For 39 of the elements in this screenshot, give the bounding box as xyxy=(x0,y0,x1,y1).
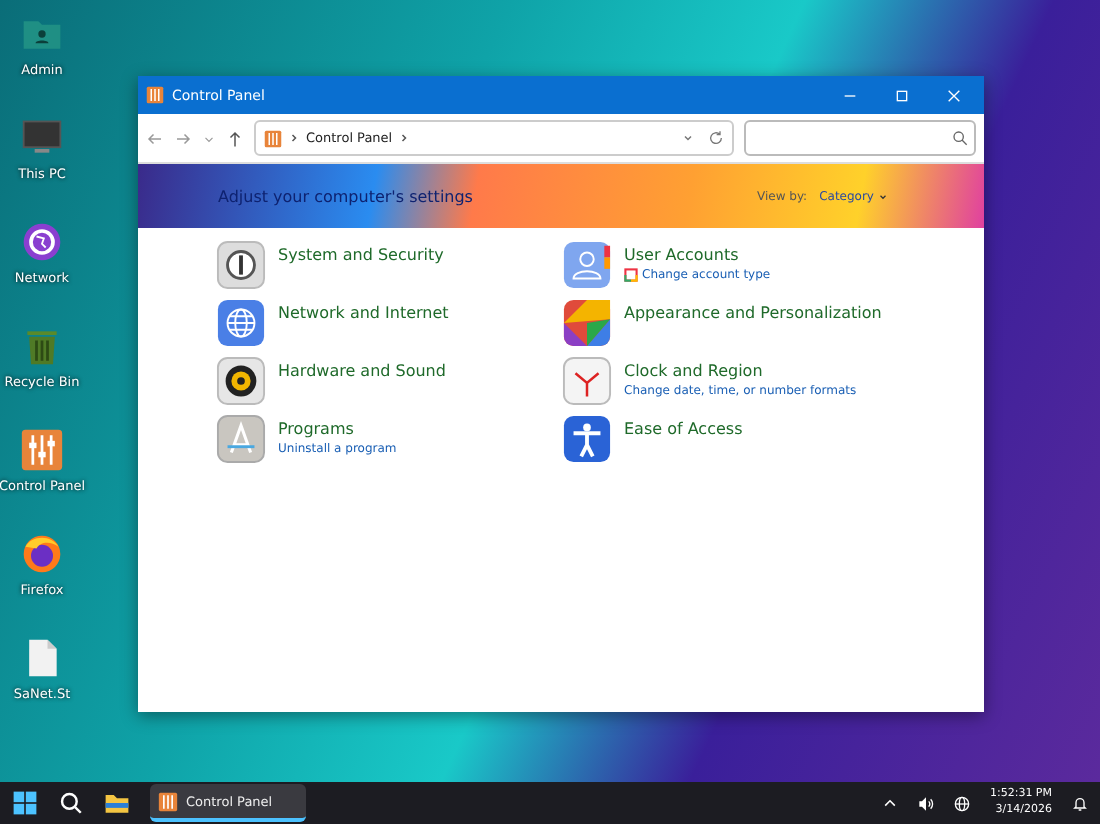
refresh-icon[interactable] xyxy=(708,130,724,146)
category-link[interactable]: System and Security xyxy=(278,246,444,264)
browser-icon[interactable] xyxy=(20,532,64,576)
bell-icon[interactable] xyxy=(1072,795,1088,811)
sliders-icon xyxy=(146,86,164,104)
close-icon[interactable] xyxy=(946,87,962,103)
maximize-icon[interactable] xyxy=(894,87,910,103)
search-icon xyxy=(952,130,968,146)
windows-logo-icon[interactable] xyxy=(12,790,38,816)
category-link[interactable]: User Accounts xyxy=(624,246,771,264)
category-link[interactable]: Hardware and Sound xyxy=(278,362,446,380)
category-link[interactable]: Ease of Access xyxy=(624,420,743,438)
up-arrow-icon[interactable] xyxy=(226,129,244,147)
windows-shield-icon xyxy=(624,268,638,282)
speaker-icon[interactable] xyxy=(216,356,266,406)
sliders-icon[interactable] xyxy=(20,428,64,472)
sliders-icon xyxy=(158,791,178,811)
category-link[interactable]: Clock and Region xyxy=(624,362,857,380)
category-link[interactable]: Network and Internet xyxy=(278,304,449,322)
user-icon[interactable] xyxy=(562,240,612,290)
search-field[interactable] xyxy=(744,120,976,156)
speaker-icon[interactable] xyxy=(917,795,934,811)
chevron-down-icon xyxy=(878,191,888,201)
padlock-dial-icon[interactable] xyxy=(216,240,266,290)
banner-title: Adjust your computer's settings xyxy=(218,187,473,205)
folder-icon[interactable] xyxy=(104,790,130,816)
accessibility-icon[interactable] xyxy=(562,414,612,464)
category-link[interactable]: Appearance and Personalization xyxy=(624,304,882,322)
color-palette-icon[interactable] xyxy=(562,298,612,348)
category-link[interactable]: Programs xyxy=(278,420,397,438)
sliders-icon xyxy=(264,129,282,147)
chevron-up-icon[interactable] xyxy=(881,795,898,811)
chevron-down-icon[interactable] xyxy=(682,132,694,144)
chevron-right-icon[interactable] xyxy=(398,132,411,144)
back-arrow-icon[interactable] xyxy=(146,129,164,147)
search-icon[interactable] xyxy=(58,790,84,816)
forward-arrow-icon[interactable] xyxy=(174,129,192,147)
chevron-right-icon xyxy=(288,132,300,144)
clock-icon[interactable] xyxy=(562,356,612,406)
